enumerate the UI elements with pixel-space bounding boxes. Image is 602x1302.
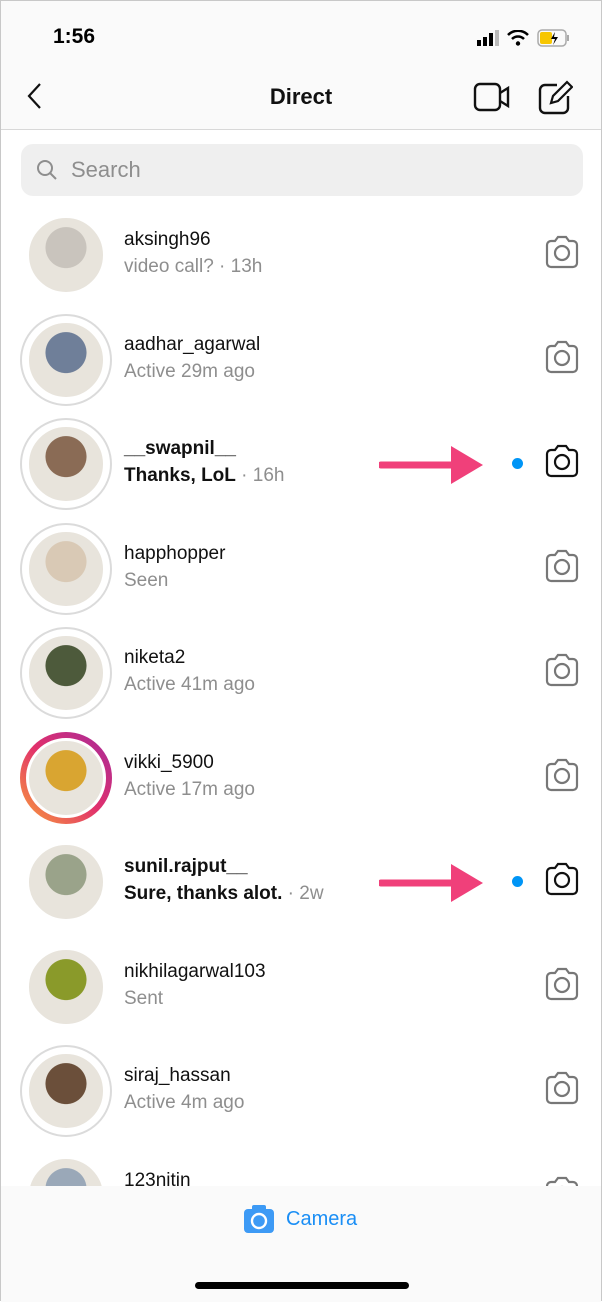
pointer-arrow-icon — [379, 446, 483, 484]
username: aadhar_agarwal — [124, 333, 261, 355]
avatar-photo — [26, 633, 106, 713]
unread-dot — [512, 458, 523, 469]
camera-icon[interactable] — [544, 1071, 580, 1105]
avatar[interactable] — [20, 522, 112, 615]
avatar-photo — [26, 842, 106, 922]
username: sunil.rajput__ — [124, 856, 248, 877]
last-message: Active 29m ago — [124, 360, 255, 382]
username: aksingh96 — [124, 229, 211, 250]
avatar-photo — [26, 424, 106, 504]
conversation-row[interactable]: sunil.rajput__ Sure, thanks alot. · 2w — [1, 828, 601, 932]
camera-icon — [244, 1205, 274, 1233]
camera-icon[interactable] — [544, 862, 580, 896]
conversation-subtitle: Seen — [124, 570, 168, 592]
camera-icon[interactable] — [544, 444, 580, 478]
last-message: Seen — [124, 569, 169, 591]
camera-icon[interactable] — [544, 653, 580, 687]
camera-label: Camera — [286, 1207, 358, 1230]
conversation-subtitle: Active 29m ago — [124, 361, 255, 383]
separator: · — [282, 883, 300, 904]
separator: · — [235, 465, 253, 486]
bottom-bar: Camera — [1, 1186, 601, 1302]
username: vikki_5900 — [124, 751, 214, 773]
conversation-row[interactable]: siraj_hassan Active 4m ago — [1, 1037, 601, 1141]
camera-icon[interactable] — [544, 340, 580, 374]
conversation-row[interactable]: aksingh96 video call? · 13h — [1, 201, 601, 305]
camera-icon[interactable] — [544, 758, 580, 792]
conversation-subtitle: Sent — [124, 988, 163, 1010]
home-indicator[interactable] — [195, 1282, 409, 1289]
avatar[interactable] — [20, 313, 112, 406]
clock: 1:56 — [53, 25, 96, 48]
conversation-row[interactable]: vikki_5900 Active 17m ago — [1, 724, 601, 828]
avatar[interactable] — [20, 209, 112, 301]
avatar-photo — [26, 215, 106, 295]
avatar[interactable] — [20, 418, 112, 510]
avatar[interactable] — [20, 731, 112, 824]
last-message: Thanks, LoL — [124, 465, 236, 486]
message-time: 2w — [299, 883, 324, 904]
avatar[interactable] — [20, 836, 112, 928]
avatar[interactable] — [20, 1045, 112, 1137]
status-bar: 1:56 — [1, 1, 601, 61]
conversation-row[interactable]: nikhilagarwal103 Sent — [1, 933, 601, 1037]
conversation-row[interactable]: niketa2 Active 41m ago — [1, 619, 601, 723]
unread-dot — [512, 876, 523, 887]
search-input[interactable]: Search — [21, 144, 583, 196]
last-message: Active 4m ago — [124, 1092, 245, 1113]
avatar[interactable] — [20, 941, 112, 1033]
username: siraj_hassan — [124, 1065, 231, 1086]
last-message: Sent — [124, 987, 164, 1009]
search-icon — [37, 160, 57, 180]
conversation-row[interactable]: aadhar_agarwal Active 29m ago — [1, 306, 601, 410]
last-message: Active 17m ago — [124, 778, 255, 800]
avatar-photo — [26, 946, 106, 1027]
username: niketa2 — [124, 647, 186, 668]
avatar[interactable] — [20, 627, 112, 719]
conversation-subtitle: Sure, thanks alot. · 2w — [124, 883, 324, 905]
pointer-arrow-icon — [379, 864, 483, 902]
conversation-subtitle: Active 17m ago — [124, 779, 255, 801]
last-message: Sure, thanks alot. — [124, 883, 283, 904]
last-message: video call? — [124, 256, 214, 277]
username: nikhilagarwal103 — [124, 960, 266, 982]
message-time: 16h — [252, 465, 285, 486]
message-time: 13h — [230, 256, 263, 277]
camera-icon[interactable] — [544, 967, 580, 1001]
username: happhopper — [124, 542, 226, 564]
avatar-photo — [26, 1051, 106, 1131]
conversation-row[interactable]: happhopper Seen — [1, 515, 601, 619]
avatar-photo — [26, 528, 106, 609]
navigation-bar: Direct — [1, 61, 601, 130]
signal-icon — [477, 30, 499, 46]
battery-icon — [537, 29, 569, 47]
separator: · — [213, 256, 231, 277]
camera-button[interactable]: Camera — [244, 1205, 357, 1233]
avatar-photo — [26, 737, 106, 818]
wifi-icon — [507, 30, 529, 46]
search-placeholder: Search — [71, 157, 141, 182]
conversation-subtitle: Thanks, LoL · 16h — [124, 465, 285, 487]
conversation-subtitle: video call? · 13h — [124, 256, 262, 278]
conversation-subtitle: Active 4m ago — [124, 1092, 244, 1114]
last-message: Active 41m ago — [124, 674, 255, 695]
conversation-row[interactable]: __swapnil__ Thanks, LoL · 16h — [1, 410, 601, 514]
page-title: Direct — [269, 84, 333, 109]
camera-icon[interactable] — [544, 235, 580, 269]
compose-icon[interactable] — [537, 79, 573, 115]
conversation-subtitle: Active 41m ago — [124, 674, 255, 696]
camera-icon[interactable] — [544, 549, 580, 583]
avatar-photo — [26, 319, 106, 400]
video-call-icon[interactable] — [473, 81, 511, 113]
username: __swapnil__ — [124, 438, 236, 459]
